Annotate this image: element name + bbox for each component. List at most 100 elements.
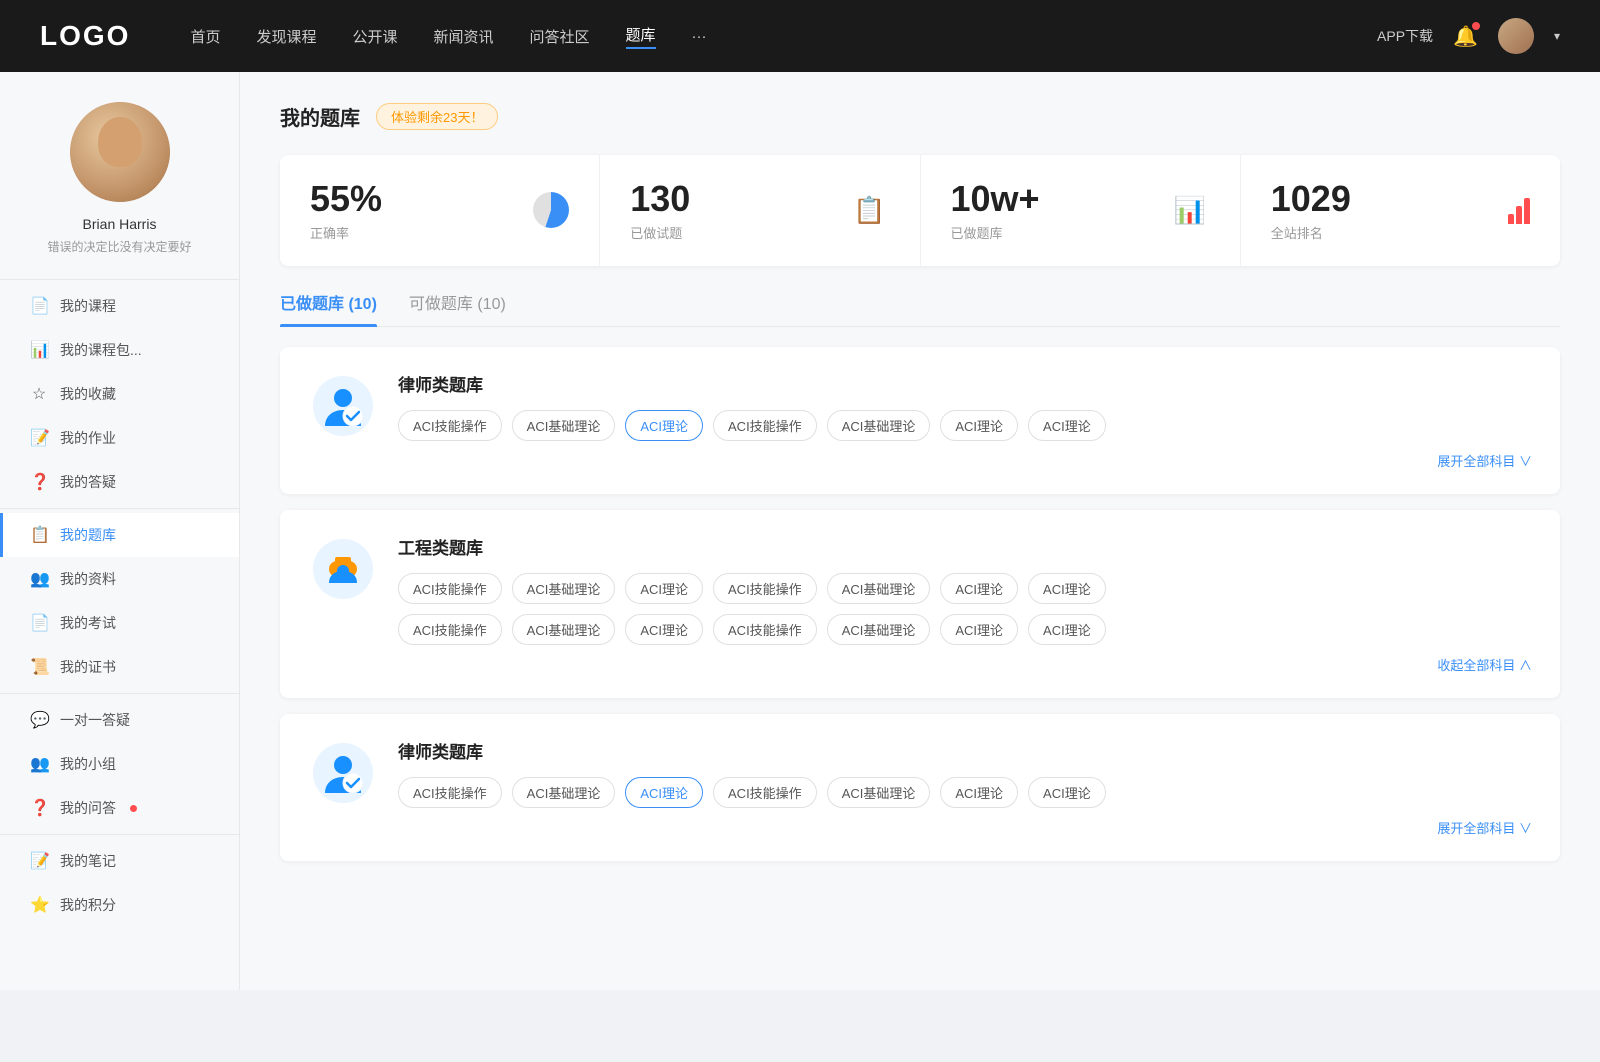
- sidebar-item-我的课程[interactable]: 📄我的课程: [0, 284, 239, 328]
- sidebar-item-我的收藏[interactable]: ☆我的收藏: [0, 372, 239, 416]
- stat-rank: 1029 全站排名: [1241, 155, 1560, 266]
- tab-done-banks[interactable]: 已做题库 (10): [280, 290, 377, 326]
- qbank-tag[interactable]: ACI基础理论: [827, 777, 931, 808]
- sidebar-menu-icon: 💬: [30, 710, 48, 730]
- stat-done-banks: 10w+ 已做题库 📊: [921, 155, 1241, 266]
- qbank-tag[interactable]: ACI基础理论: [512, 410, 616, 441]
- stat-accuracy: 55% 正确率: [280, 155, 600, 266]
- navbar-menu-item[interactable]: 公开课: [352, 26, 397, 47]
- sidebar-menu-label: 我的题库: [60, 525, 116, 545]
- sidebar-menu-label: 我的资料: [60, 569, 116, 589]
- qbank-tag[interactable]: ACI理论: [1028, 573, 1106, 604]
- stat-accuracy-label: 正确率: [310, 223, 382, 242]
- qbank-tags-row2-1: ACI技能操作 ACI基础理论 ACI理论 ACI技能操作 ACI基础理论 ACI理论 AC…: [398, 614, 1532, 645]
- qbank-tags-row1-2: ACI技能操作 ACI基础理论 ACI理论 ACI技能操作 ACI基础理论 ACI理论 AC…: [398, 777, 1532, 808]
- qbank-tag[interactable]: ACI基础理论: [827, 573, 931, 604]
- qbank-expand-button-0[interactable]: 展开全部科目 ∨: [398, 451, 1532, 470]
- page-title: 我的题库: [280, 102, 360, 131]
- qbank-tag[interactable]: ACI理论: [625, 573, 703, 604]
- sidebar-item-我的资料[interactable]: 👥 我的资料: [0, 557, 239, 601]
- sidebar-menu-icon: ⭐: [30, 895, 48, 915]
- sidebar-item-我的问答[interactable]: ❓我的问答: [0, 786, 239, 830]
- stat-rank-value: 1029: [1271, 179, 1351, 219]
- qbank-card-header-2: 律师类题库ACI技能操作ACI基础理论ACI理论ACI技能操作ACI基础理论AC…: [308, 738, 1532, 837]
- qbank-tag[interactable]: ACI技能操作: [713, 573, 817, 604]
- qbank-tag[interactable]: ACI理论: [625, 410, 703, 441]
- stat-rank-left: 1029 全站排名: [1271, 179, 1351, 242]
- navbar-menu-item[interactable]: 问答社区: [530, 26, 590, 47]
- navbar-menu-item[interactable]: 题库: [626, 24, 656, 49]
- navbar-menu-item[interactable]: 发现课程: [256, 26, 316, 47]
- qbank-title-0: 律师类题库: [398, 371, 1532, 396]
- notification-dot: [1472, 22, 1480, 30]
- qbank-tag[interactable]: ACI基础理论: [512, 614, 616, 645]
- qbank-tag[interactable]: ACI理论: [940, 573, 1018, 604]
- qbank-tag[interactable]: ACI基础理论: [827, 614, 931, 645]
- qbank-card-1: 工程类题库ACI技能操作ACI基础理论ACI理论ACI技能操作ACI基础理论AC…: [280, 510, 1560, 698]
- qbank-tag[interactable]: ACI理论: [625, 777, 703, 808]
- qbank-tag[interactable]: ACI技能操作: [398, 614, 502, 645]
- navbar-menu-item[interactable]: ···: [692, 28, 707, 45]
- navbar-menu-item[interactable]: 新闻资讯: [434, 26, 494, 47]
- qbank-tag[interactable]: ACI基础理论: [512, 573, 616, 604]
- qbank-tag[interactable]: ACI理论: [940, 777, 1018, 808]
- sidebar-item-我的作业[interactable]: 📝我的作业: [0, 416, 239, 460]
- qbank-tag[interactable]: ACI理论: [1028, 410, 1106, 441]
- navbar-menu-item[interactable]: 首页: [190, 26, 220, 47]
- sidebar-item-我的答疑[interactable]: ❓我的答疑: [0, 460, 239, 504]
- qbank-card-2: 律师类题库ACI技能操作ACI基础理论ACI理论ACI技能操作ACI基础理论AC…: [280, 714, 1560, 861]
- sidebar-item-一对一答疑[interactable]: 💬一对一答疑: [0, 698, 239, 742]
- tabs-row: 已做题库 (10) 可做题库 (10): [280, 290, 1560, 327]
- qbank-info-2: 律师类题库ACI技能操作ACI基础理论ACI理论ACI技能操作ACI基础理论AC…: [398, 738, 1532, 837]
- qbank-tag[interactable]: ACI理论: [940, 614, 1018, 645]
- sidebar-menu-icon: 📄: [30, 296, 48, 316]
- qbank-info-1: 工程类题库ACI技能操作ACI基础理论ACI理论ACI技能操作ACI基础理论AC…: [398, 534, 1532, 674]
- qbank-info-0: 律师类题库 ACI技能操作 ACI基础理论 ACI理论 ACI技能操作 ACI基础理论 AC…: [398, 371, 1532, 470]
- qbank-tag[interactable]: ACI基础理论: [512, 777, 616, 808]
- qbank-icon-lawyer: [308, 371, 378, 441]
- notification-bell[interactable]: 🔔: [1453, 24, 1478, 49]
- sidebar-item-我的笔记[interactable]: 📝 我的笔记: [0, 839, 239, 883]
- stat-accuracy-left: 55% 正确率: [310, 179, 382, 242]
- qbank-card-header-0: 律师类题库 ACI技能操作 ACI基础理论 ACI理论 ACI技能操作 ACI基础理论 AC…: [308, 371, 1532, 470]
- qbank-tag[interactable]: ACI技能操作: [398, 410, 502, 441]
- user-dropdown-arrow[interactable]: ▾: [1554, 29, 1560, 43]
- qbank-expand-button-2[interactable]: 展开全部科目 ∨: [398, 818, 1532, 837]
- logo[interactable]: LOGO: [40, 20, 130, 52]
- avatar-placeholder: [70, 102, 170, 202]
- sidebar-item-我的题库[interactable]: 📋 我的题库: [0, 513, 239, 557]
- sidebar-item-我的考试[interactable]: 📄我的考试: [0, 601, 239, 645]
- avatar[interactable]: [1498, 18, 1534, 54]
- sidebar-menu-icon: 📋: [30, 525, 48, 545]
- qbank-tag[interactable]: ACI理论: [1028, 614, 1106, 645]
- sidebar-item-我的积分[interactable]: ⭐我的积分: [0, 883, 239, 927]
- sidebar-menu-label: 我的小组: [60, 754, 116, 774]
- tab-available-banks[interactable]: 可做题库 (10): [409, 290, 506, 326]
- sidebar-item-我的证书[interactable]: 📜我的证书: [0, 645, 239, 689]
- qbank-tag[interactable]: ACI技能操作: [713, 410, 817, 441]
- qbank-tag[interactable]: ACI理论: [940, 410, 1018, 441]
- sidebar-menu-label: 我的考试: [60, 613, 116, 633]
- qbank-tag[interactable]: ACI基础理论: [827, 410, 931, 441]
- sidebar-menu-icon: 👥: [30, 569, 48, 589]
- sidebar-menu-label: 我的笔记: [60, 851, 116, 871]
- qbank-tag[interactable]: ACI技能操作: [713, 614, 817, 645]
- stat-done-banks-left: 10w+ 已做题库: [951, 179, 1040, 242]
- sidebar-item-我的课程包...[interactable]: 📊我的课程包...: [0, 328, 239, 372]
- app-download-button[interactable]: APP下载: [1377, 26, 1433, 46]
- main-content: 我的题库 体验剩余23天！ 55% 正确率 130 已做试题 📋: [240, 72, 1600, 990]
- qbank-tag[interactable]: ACI理论: [625, 614, 703, 645]
- qbank-tag[interactable]: ACI技能操作: [398, 777, 502, 808]
- qbank-title-2: 律师类题库: [398, 738, 1532, 763]
- sidebar-menu-icon: 📝: [30, 851, 48, 871]
- qbank-tags-row1-1: ACI技能操作 ACI基础理论 ACI理论 ACI技能操作 ACI基础理论 ACI理论 AC…: [398, 573, 1532, 604]
- sidebar-menu-icon: ❓: [30, 798, 48, 818]
- qbank-tag[interactable]: ACI理论: [1028, 777, 1106, 808]
- qbank-tag[interactable]: ACI技能操作: [713, 777, 817, 808]
- qbank-tag[interactable]: ACI技能操作: [398, 573, 502, 604]
- qbank-collapse-button-1[interactable]: 收起全部科目 ∧: [398, 655, 1532, 674]
- navbar: LOGO 首页 发现课程 公开课 新闻资讯 问答社区 题库 ··· APP下载 🔔 ▾: [0, 0, 1600, 72]
- sidebar-item-我的小组[interactable]: 👥我的小组: [0, 742, 239, 786]
- sidebar-menu: 📄我的课程📊我的课程包...☆我的收藏📝我的作业❓我的答疑 📋 我的题库 👥 我的资料 📄…: [0, 284, 239, 927]
- stat-done-questions: 130 已做试题 📋: [600, 155, 920, 266]
